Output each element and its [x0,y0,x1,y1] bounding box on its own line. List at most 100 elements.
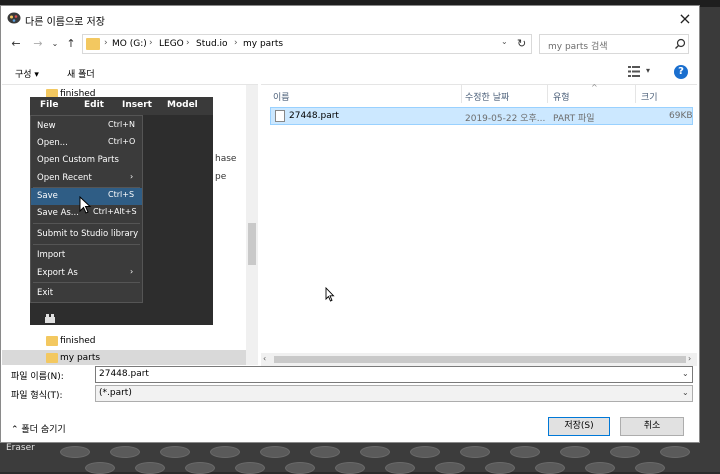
close-icon[interactable]: × [673,9,697,29]
back-icon[interactable]: ← [9,37,23,51]
menu-item-label: Open... [37,138,68,148]
background-text-fragment: hase [215,154,237,164]
menu-item-import[interactable]: Import [31,247,142,264]
scroll-left-icon[interactable]: ‹ [263,354,266,363]
breadcrumb-my-parts[interactable]: my parts [243,39,283,49]
forward-icon[interactable]: → [31,37,45,51]
studio-app-icon [7,12,21,24]
search-box[interactable]: my parts 검색 [539,34,689,54]
menu-item-shortcut: Ctrl+N [108,120,135,129]
baseplate-stud [135,462,165,474]
scrollbar-thumb[interactable] [248,223,256,265]
filename-input[interactable]: 27448.part ⌄ [95,366,693,383]
dialog-titlebar[interactable]: 다른 이름으로 저장 × [1,6,699,31]
cancel-button[interactable]: 취소 [620,417,684,436]
menu-item-open-recent[interactable]: Open Recent › [31,170,142,187]
address-bar[interactable]: › MO (G:) › LEGO › Stud.io › my parts ⌄ … [82,34,532,54]
menu-item-label: Import [37,250,66,260]
filetype-value: (*.part) [99,388,132,398]
mouse-cursor-icon [79,196,92,214]
menu-insert[interactable]: Insert [122,100,152,110]
baseplate-stud [610,446,640,458]
menu-item-submit-to-library[interactable]: Submit to Studio library [31,226,142,243]
scroll-right-icon[interactable]: › [688,354,691,363]
menu-model[interactable]: Model [167,100,198,110]
filename-value: 27448.part [99,369,149,379]
baseplate-stud [360,446,390,458]
baseplate-stud [660,446,690,458]
new-folder-button[interactable]: 새 폴더 [67,67,95,80]
baseplate-stud [485,462,515,474]
column-separator[interactable] [461,85,462,103]
column-header-name[interactable]: 이름 [273,90,290,103]
folder-icon [86,38,100,50]
menu-item-shortcut: Ctrl+O [108,137,136,146]
refresh-icon[interactable]: ↻ [517,37,526,50]
navigation-bar: ← → ⌄ ↑ › MO (G:) › LEGO › Stud.io › my … [1,32,699,58]
menu-separator [33,223,140,224]
folder-icon [46,353,58,363]
file-modified: 2019-05-22 오후... [465,114,546,124]
baseplate-stud [60,446,90,458]
baseplate-stud [410,446,440,458]
menu-item-label: Exit [37,288,54,298]
baseplate-stud [260,446,290,458]
menu-item-exit[interactable]: Exit [31,285,142,302]
up-folder-icon[interactable]: ↑ [64,37,78,51]
column-header-type[interactable]: 유형 [553,90,570,103]
sort-indicator-icon: ^ [591,83,598,92]
nav-folder-finished[interactable]: finished [2,333,246,350]
menu-item-shortcut: Ctrl+Alt+S [93,207,137,216]
chevron-down-icon[interactable]: ▾ [646,66,650,75]
menu-item-export-as[interactable]: Export As › [31,265,142,282]
nav-pane-scrollbar[interactable] [246,85,258,365]
save-button[interactable]: 저장(S) [548,417,610,436]
menu-item-new[interactable]: New Ctrl+N [31,118,142,135]
file-row[interactable]: 27448.part 2019-05-22 오후... PART 파일 69KB [270,107,693,125]
search-input[interactable]: my parts 검색 [548,39,608,52]
column-header-size[interactable]: 크기 [641,90,658,103]
folder-label: finished [60,336,96,346]
hide-folders-button[interactable]: ⌃ 폴더 숨기기 [11,422,66,435]
address-dropdown-icon[interactable]: ⌄ [501,37,508,46]
view-options-icon[interactable] [628,66,640,77]
horizontal-scrollbar[interactable]: ‹ › [261,353,697,366]
file-size: 69KB [669,111,693,121]
baseplate-stud [160,446,190,458]
baseplate-stud [110,446,140,458]
organize-button[interactable]: 구성 ▾ [15,67,39,80]
breadcrumb-studio[interactable]: Stud.io [196,39,228,49]
column-separator[interactable] [635,85,636,103]
menu-edit[interactable]: Edit [84,100,104,110]
column-separator[interactable] [547,85,548,103]
menu-item-label: Submit to Studio library [37,229,139,239]
search-icon[interactable] [674,38,686,50]
nav-folder-my-parts[interactable]: my parts [2,350,246,365]
brick-icon [45,314,55,323]
command-toolbar: 구성 ▾ 새 폴더 ▾ ? [1,60,699,84]
baseplate-stud [210,446,240,458]
filetype-label: 파일 형식(T): [11,391,63,401]
help-icon[interactable]: ? [674,65,688,79]
filename-label: 파일 이름(N): [11,372,64,382]
menu-item-open-custom-parts[interactable]: Open Custom Parts [31,152,142,169]
baseplate-stud [235,462,265,474]
recent-locations-dropdown-icon[interactable]: ⌄ [48,37,62,51]
eraser-tool-label[interactable]: Eraser [6,443,35,453]
filetype-select[interactable]: (*.part) ⌄ [95,385,693,402]
file-name: 27448.part [289,111,339,121]
chevron-down-icon[interactable]: ⌄ [682,388,689,397]
submenu-arrow-icon: › [130,267,134,276]
breadcrumb-drive[interactable]: MO (G:) [112,39,147,49]
studio-file-menu-window: File Edit Insert Model New Ctrl+N Open..… [30,97,213,325]
menu-item-open[interactable]: Open... Ctrl+O [31,135,142,152]
column-header-modified[interactable]: 수정한 날짜 [465,90,509,103]
baseplate-stud [460,446,490,458]
studio-menubar: File Edit Insert Model [30,97,213,115]
folder-icon [46,336,58,346]
breadcrumb-lego[interactable]: LEGO [159,39,184,49]
menu-file[interactable]: File [40,100,58,110]
chevron-down-icon[interactable]: ⌄ [682,369,689,378]
scrollbar-thumb[interactable] [274,356,686,363]
crumb-separator: › [234,38,238,48]
